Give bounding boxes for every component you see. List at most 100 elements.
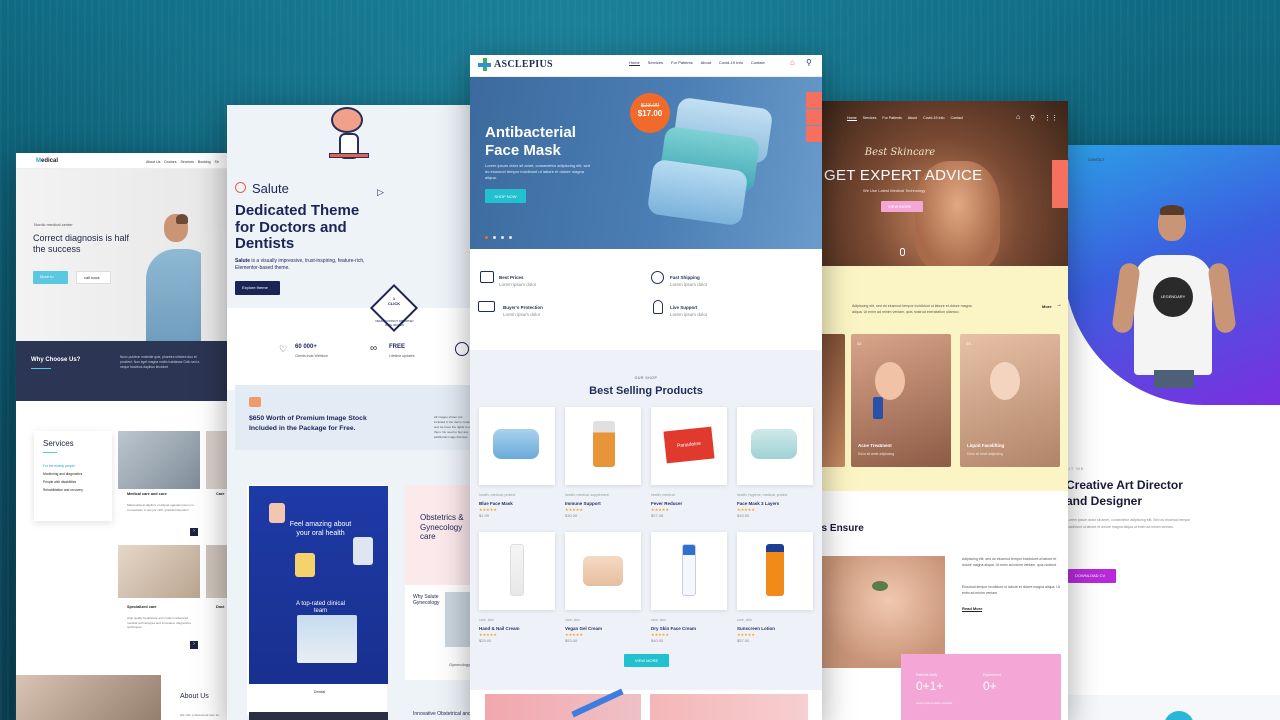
side-cart-icon[interactable] — [1052, 160, 1068, 176]
nav-doctors[interactable]: Doctors — [164, 160, 176, 164]
view-more-button[interactable]: VIEW MORE — [624, 654, 669, 667]
search-icon[interactable]: ⚲ — [1030, 114, 1035, 122]
product-name[interactable]: Immune Support — [565, 501, 641, 506]
hero-slider-dots[interactable] — [485, 236, 512, 239]
nav-booking[interactable]: Booking — [198, 160, 211, 164]
nav-home[interactable]: Home — [847, 116, 857, 121]
product-image[interactable] — [565, 407, 641, 485]
image-stack-icon — [249, 397, 261, 407]
product-category: care, skin — [651, 618, 666, 622]
slider-dot[interactable] — [493, 236, 496, 239]
service-item[interactable]: For the elderly people — [43, 462, 83, 470]
product-image[interactable] — [479, 532, 555, 610]
nav-shop[interactable]: Sh — [215, 160, 219, 164]
side-demo-icon[interactable] — [1052, 176, 1068, 192]
product-image[interactable] — [479, 407, 555, 485]
product-card[interactable]: Panadolne health, medical Fever Reducer … — [651, 407, 727, 518]
product-image[interactable] — [737, 407, 813, 485]
doctor-hair — [176, 214, 188, 224]
arrow-right-icon[interactable]: → — [1056, 302, 1062, 308]
shop-now-button[interactable]: SHOP NOW — [485, 189, 526, 203]
three-layer-mask-image — [751, 429, 797, 459]
view-more-button[interactable]: VIEW MORE — [881, 201, 923, 212]
product-image[interactable] — [651, 532, 727, 610]
stat-caption: Lorem ipsum dolor sit amet — [916, 701, 953, 705]
creative-text: Lorem ipsum dolor sit amet, consectetur … — [1067, 518, 1191, 529]
grid-menu-icon[interactable]: ⋮⋮ — [1044, 114, 1058, 122]
hero-secondary-button[interactable]: call back — [76, 271, 111, 284]
read-more-link[interactable]: Read More — [962, 606, 983, 612]
slider-dot[interactable] — [485, 236, 488, 239]
nav-patients[interactable]: For Patients — [882, 116, 901, 121]
serum-bottle — [873, 397, 883, 419]
nav-contact[interactable]: Contact — [751, 60, 765, 66]
more-link[interactable]: More — [1042, 304, 1052, 309]
nav-contact[interactable]: CONTACT — [1088, 158, 1105, 162]
services-underline — [43, 452, 57, 453]
hero-primary-button[interactable]: More to — [33, 271, 68, 284]
search-icon[interactable]: ⚲ — [806, 58, 812, 67]
product-image[interactable] — [565, 532, 641, 610]
side-docs-icon[interactable] — [1052, 192, 1068, 208]
hero-title: Correct diagnosis is half the success — [33, 233, 130, 254]
product-name[interactable]: Fever Reducer — [651, 501, 727, 506]
product-name[interactable]: Hand & Nail Cream — [479, 626, 555, 631]
nav-services[interactable]: Services — [180, 160, 193, 164]
elderly-photo — [16, 675, 161, 720]
product-card[interactable]: health, medical, protect Blue Face Mask … — [479, 407, 555, 518]
arrow-icon[interactable]: › — [190, 641, 198, 649]
salute-logo[interactable]: Salute — [252, 181, 289, 196]
product-card[interactable]: health, medical, supplement Immune Suppo… — [565, 407, 641, 518]
product-name[interactable]: Face Mask 3 Layers — [737, 501, 813, 506]
service-item[interactable]: People with disabilities — [43, 478, 83, 486]
product-category: health, medical, protect — [479, 493, 516, 497]
product-rating: ★★★★★ — [479, 507, 497, 512]
product-card[interactable]: care, skin Dry Skin Face Cream ★★★★★ $40… — [651, 532, 727, 643]
product-card[interactable]: care, skin Sunscreen Lotion ★★★★★ $57.00 — [737, 532, 813, 643]
medical-logo[interactable]: Medical — [36, 158, 58, 164]
specialized-care-photo — [118, 545, 200, 598]
script-title: Best Skincare — [864, 147, 936, 158]
product-name[interactable]: Dry Skin Face Cream — [651, 626, 727, 631]
product-image[interactable] — [737, 532, 813, 610]
product-name[interactable]: Sunscreen Lotion — [737, 626, 813, 631]
nav-contact[interactable]: Contact — [951, 116, 963, 121]
cart-icon[interactable]: ⌂ — [1016, 114, 1020, 121]
acne-treatment-card[interactable]: 02. Acne Treatment Dolor sit amet adipis… — [851, 334, 951, 467]
side-docs-icon[interactable] — [806, 126, 822, 142]
demo-photo — [295, 553, 315, 577]
product-name[interactable]: Blue Face Mask — [479, 501, 555, 506]
asclepius-logo[interactable]: ASCLEPIUS — [494, 59, 553, 70]
product-price: $40.00 — [651, 638, 664, 643]
card-title: Acne Treatment — [858, 443, 892, 448]
nav-home[interactable]: Home — [629, 60, 640, 66]
nav-about[interactable]: About — [908, 116, 917, 121]
liquid-facelifting-card[interactable]: 03. Liquid Facelifting Dolor sit amet ad… — [960, 334, 1060, 467]
nav-patients[interactable]: For Patients — [671, 60, 693, 66]
cart-icon[interactable]: ⌂ — [790, 58, 795, 67]
service-item[interactable]: Monitoring and diagnostics — [43, 470, 83, 478]
download-cv-button[interactable]: DOWNLOAD CV — [1068, 569, 1116, 583]
illustration-swing — [329, 153, 369, 158]
arrow-icon[interactable]: › — [190, 528, 198, 536]
nav-about[interactable]: About Us — [146, 160, 160, 164]
slider-dot[interactable] — [509, 236, 512, 239]
product-name[interactable]: Vegan Gel Cream — [565, 626, 641, 631]
slider-dot[interactable] — [501, 236, 504, 239]
explore-theme-button[interactable]: Explore theme — [235, 281, 280, 295]
nav-covid[interactable]: Covid-19 Info — [719, 60, 743, 66]
pain-reliever-box-image: Panadolne — [663, 426, 715, 464]
nav-services[interactable]: Services — [648, 60, 663, 66]
skincare-subtitle: We Use Latest Medical Technology — [863, 188, 926, 193]
nav-covid[interactable]: Covid-19 Info — [923, 116, 944, 121]
nav-services[interactable]: Services — [863, 116, 877, 121]
treatment-card-partial[interactable] — [820, 334, 845, 467]
product-card[interactable]: care, skin Hand & Nail Cream ★★★★★ $25.0… — [479, 532, 555, 643]
promo-banner-right[interactable] — [650, 694, 808, 720]
product-card[interactable]: care, skin Vegan Gel Cream ★★★★★ $53.00 — [565, 532, 641, 643]
product-image[interactable]: Panadolne — [651, 407, 727, 485]
nav-about[interactable]: About — [701, 60, 711, 66]
promo-banner-left[interactable] — [485, 694, 641, 720]
service-item[interactable]: Rehabilitation and recovery — [43, 486, 83, 494]
product-card[interactable]: health, hygiene, medical, protect Face M… — [737, 407, 813, 518]
